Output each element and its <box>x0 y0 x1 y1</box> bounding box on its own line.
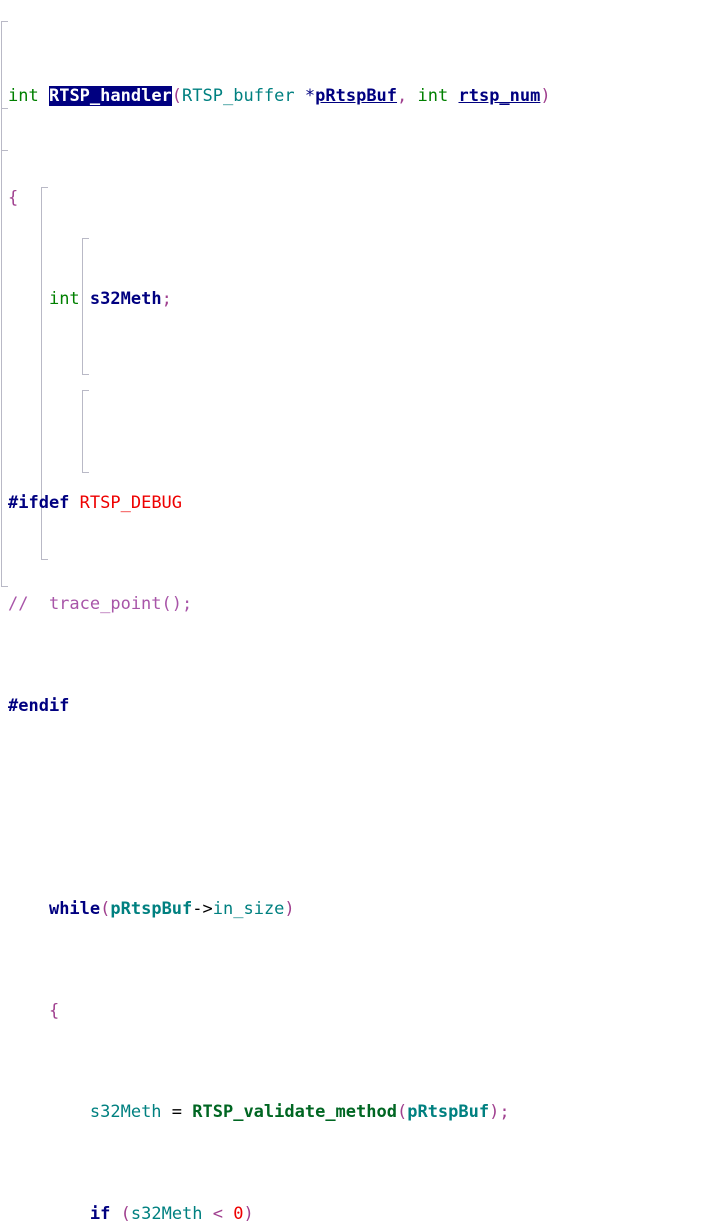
token-lparen-while: ( <box>100 899 111 920</box>
token-type-rtsp-buffer: RTSP_buffer <box>182 86 295 107</box>
token-lparen: ( <box>171 86 183 107</box>
code-line[interactable]: int s32Meth; <box>0 287 725 312</box>
code-content[interactable]: int RTSP_handler(RTSP_buffer *pRtspBuf, … <box>0 8 725 1228</box>
token-lparen-validate: ( <box>396 1102 408 1123</box>
token-assign: = <box>161 1102 193 1123</box>
code-line[interactable]: #ifdef RTSP_DEBUG <box>0 491 725 516</box>
code-line[interactable]: s32Meth = RTSP_validate_method(pRtspBuf)… <box>0 1100 725 1125</box>
token-arg-prtspbuf: pRtspBuf <box>407 1102 490 1123</box>
token-star: * <box>304 86 316 107</box>
token-lbrace-while: { <box>48 1000 60 1021</box>
code-line[interactable]: int RTSP_handler(RTSP_buffer *pRtspBuf, … <box>0 84 725 109</box>
token-rparen: ) <box>540 86 551 107</box>
token-fn-validate-method: RTSP_validate_method <box>192 1102 397 1123</box>
token-num-zero: 0 <box>233 1203 244 1224</box>
token-var-s32meth-cond: s32Meth <box>130 1203 203 1224</box>
token-var-s32meth: s32Meth <box>89 1102 162 1123</box>
token-param-prtspbuf: pRtspBuf <box>315 86 398 107</box>
token-function-name-selected[interactable]: RTSP_handler <box>48 86 172 107</box>
token-comment-trace-point: // trace_point(); <box>8 594 193 615</box>
code-line[interactable]: #endif <box>0 694 725 719</box>
token-type-int: int <box>8 86 39 107</box>
code-line[interactable]: while(pRtspBuf->in_size) <box>0 897 725 922</box>
token-op-lt: < <box>202 1203 234 1224</box>
code-line[interactable]: if (s32Meth < 0) <box>0 1202 725 1227</box>
token-type-int-2: int <box>417 86 449 107</box>
token-rparen-if: ) <box>243 1203 254 1224</box>
clipped-previous-line <box>0 0 725 2</box>
token-comma: , <box>397 86 418 107</box>
token-semi: ; <box>161 289 172 310</box>
token-macro-rtsp-debug: RTSP_DEBUG <box>79 492 183 513</box>
token-pp-endif: #endif <box>8 695 70 716</box>
token-kw-if: if <box>89 1203 111 1224</box>
token-lbrace: { <box>8 187 19 208</box>
token-lparen-if: ( <box>120 1203 131 1224</box>
code-line-blank[interactable] <box>0 795 725 820</box>
token-param-rtspnum: rtsp_num <box>458 86 541 107</box>
token-arrow: -> <box>192 899 213 920</box>
token-semi-validate: ; <box>499 1102 510 1123</box>
token-rparen-validate: ) <box>489 1102 500 1123</box>
code-editor[interactable]: int RTSP_handler(RTSP_buffer *pRtspBuf, … <box>0 0 725 1224</box>
token-var-in-size: in_size <box>212 899 285 920</box>
token-var-prtspbuf: pRtspBuf <box>110 899 193 920</box>
token-pp-ifdef: #ifdef <box>8 492 70 513</box>
code-line-blank[interactable] <box>0 389 725 414</box>
code-line[interactable]: { <box>0 999 725 1024</box>
token-type-int-3: int <box>48 289 80 310</box>
token-rparen-while: ) <box>284 899 295 920</box>
token-kw-while: while <box>48 899 101 920</box>
token-var-s32meth-decl: s32Meth <box>89 289 162 310</box>
code-line[interactable]: { <box>0 186 725 211</box>
